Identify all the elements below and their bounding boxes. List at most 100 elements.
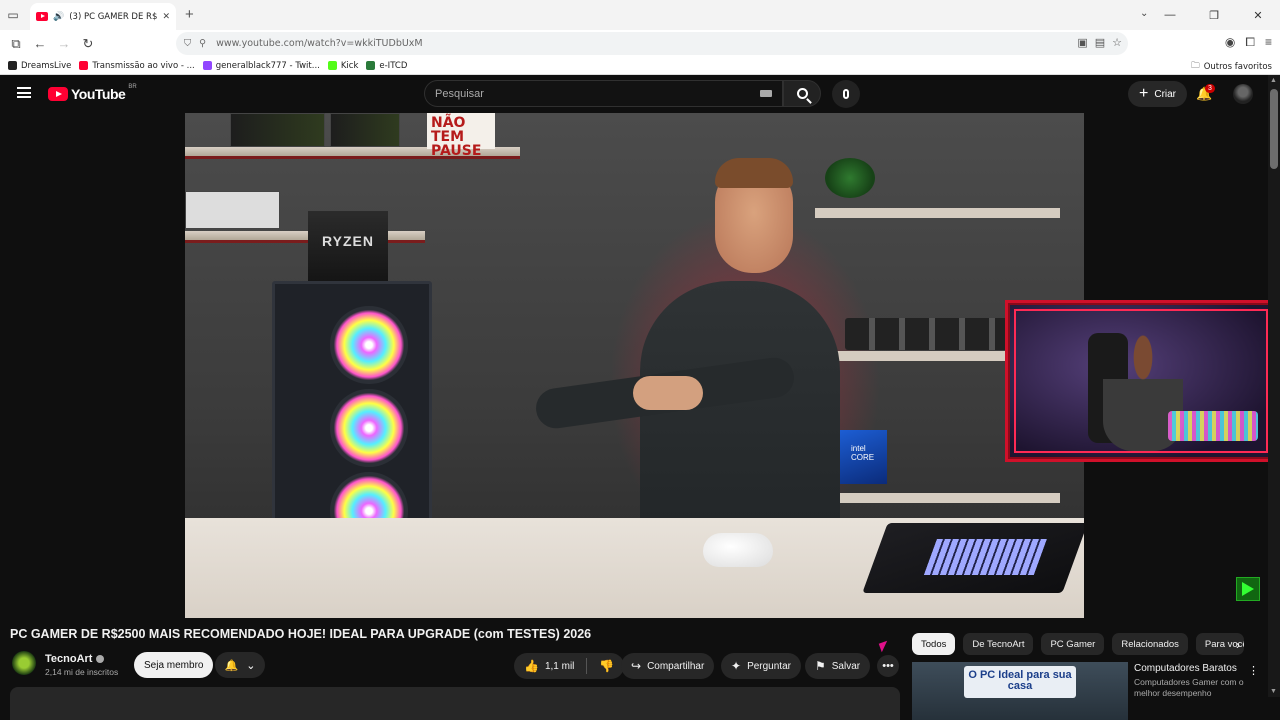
create-button[interactable]: + Criar [1128, 81, 1188, 107]
scroll-down-icon[interactable]: ▼ [1270, 688, 1277, 695]
channel-name-row[interactable]: TecnoArt [45, 653, 105, 665]
plus-icon: + [1139, 85, 1149, 102]
scroll-up-icon[interactable]: ▲ [1270, 77, 1277, 84]
wall-shelf [815, 493, 1060, 503]
bookmark-label: generalblack777 - Twit... [215, 60, 320, 71]
notification-count-badge: 3 [1205, 84, 1215, 93]
bookmark-label: Kick [340, 60, 359, 71]
address-bar-row: ⧉ ← → ↻ ⛉ ⚲ www.youtube.com/watch?v=wkki… [0, 30, 1280, 57]
search-placeholder: Pesquisar [435, 87, 484, 100]
bookmark-transmissao[interactable]: Transmissão ao vivo - ... [79, 60, 195, 71]
chip-from-channel[interactable]: De TecnoArt [963, 633, 1034, 655]
plant [825, 158, 875, 198]
chevron-right-icon[interactable]: › [1236, 638, 1240, 652]
subscription-bell-button[interactable]: 🔔 ⌄ [215, 652, 265, 678]
reload-icon[interactable]: ↻ [76, 32, 100, 56]
extensions-icon[interactable]: ⧠ [1245, 35, 1255, 50]
browser-tab-youtube[interactable]: 🔊 (3) PC GAMER DE R$2500 M ✕ [30, 3, 176, 30]
other-bookmarks[interactable]: 🗀 Outros favoritos [1191, 60, 1272, 74]
microphone-icon [843, 89, 849, 99]
filter-chips: Todos De TecnoArt PC Gamer Relacionados … [912, 633, 1244, 655]
kick-favicon-icon [327, 61, 337, 70]
account-avatar[interactable] [1233, 84, 1253, 104]
bookmark-kick[interactable]: Kick [327, 60, 359, 71]
chip-related[interactable]: Relacionados [1112, 633, 1188, 655]
youtube-header: YouTube BR Pesquisar + Criar 🔔 3 [0, 75, 1280, 113]
search-input[interactable]: Pesquisar [424, 80, 783, 107]
presenter-hand [633, 376, 703, 410]
bookmark-favicon-icon [366, 61, 376, 70]
save-button[interactable]: ⚑ Salvar [805, 653, 871, 679]
video-title: PC GAMER DE R$2500 MAIS RECOMENDADO HOJE… [10, 627, 592, 641]
share-button[interactable]: ↪ Compartilhar [621, 653, 715, 679]
collections-icon[interactable]: ⧉ [4, 32, 28, 56]
site-info-icon[interactable]: ⚲ [199, 38, 206, 49]
laptop [862, 523, 1084, 593]
url-text: www.youtube.com/watch?v=wkkiTUDbUxM [216, 38, 423, 49]
keyboard-icon[interactable] [760, 90, 772, 97]
channel-avatar[interactable] [12, 651, 36, 675]
url-field[interactable]: ⛉ ⚲ www.youtube.com/watch?v=wkkiTUDbUxM … [176, 32, 1128, 55]
other-bookmarks-label: Outros favoritos [1203, 62, 1272, 72]
chip-all[interactable]: Todos [912, 633, 956, 655]
close-window-icon[interactable]: ✕ [1236, 0, 1280, 30]
wall-shelf [815, 208, 1060, 218]
recommended-video-title[interactable]: Computadores Baratos [1134, 663, 1237, 674]
ryzen-box: RYZEN [308, 211, 388, 281]
hamburger-menu-icon[interactable] [17, 87, 31, 98]
dislike-icon[interactable]: 👎 [599, 659, 614, 673]
join-member-button[interactable]: Seja membro [134, 652, 214, 678]
subscriber-count: 2,14 mi de inscritos [45, 667, 119, 677]
region-code: BR [128, 84, 137, 90]
like-count[interactable]: 1,1 mil [545, 661, 574, 672]
speaker-icon[interactable]: 🔊 [53, 12, 64, 22]
close-tab-icon[interactable]: ✕ [162, 12, 170, 22]
sparkle-icon: ✦ [731, 659, 742, 673]
reader-icon[interactable]: ▤ [1095, 36, 1105, 49]
ask-button[interactable]: ✦ Perguntar [721, 653, 801, 679]
youtube-favicon-icon [79, 61, 89, 70]
bookmark-dreamslive[interactable]: DreamsLive [8, 61, 71, 71]
favorite-star-icon[interactable]: ☆ [1112, 36, 1122, 49]
description-box[interactable] [10, 687, 900, 720]
ask-label: Perguntar [747, 660, 791, 672]
channel-name: TecnoArt [45, 653, 93, 665]
more-actions-icon[interactable]: ••• [877, 655, 899, 677]
tab-actions-icon[interactable]: ▭ [0, 0, 26, 30]
bell-icon: 🔔 [224, 659, 239, 672]
search-icon [796, 88, 808, 99]
rgb-keyboard [1168, 411, 1258, 441]
tab-title: (3) PC GAMER DE R$2500 M [69, 11, 158, 22]
thumbnail-text: O PC Ideal para sua casa [964, 666, 1076, 698]
like-icon[interactable]: 👍 [524, 659, 539, 673]
voice-search-button[interactable] [832, 80, 860, 108]
recommended-video-thumbnail[interactable]: O PC Ideal para sua casa [912, 662, 1128, 720]
bookmark-twitch[interactable]: generalblack777 - Twit... [202, 60, 320, 71]
intel-box: intel CORE [835, 430, 887, 484]
back-icon[interactable]: ← [28, 32, 52, 56]
gpu-box [330, 113, 400, 147]
video-sign-text: NÃO TEM PAUSE [427, 113, 495, 158]
chip-pc-gamer[interactable]: PC Gamer [1041, 633, 1105, 655]
folder-icon: 🗀 [1191, 61, 1200, 71]
more-vert-icon[interactable]: ⋮ [1248, 664, 1259, 677]
screenshot-icon[interactable]: ▣ [1077, 36, 1087, 49]
restore-icon[interactable]: ❐ [1192, 0, 1236, 30]
menu-icon[interactable]: ≡ [1265, 35, 1272, 50]
bookmark-eitcd[interactable]: e-ITCD [366, 61, 407, 71]
video-player[interactable]: NÃO TEM PAUSE RYZEN intel CORE [185, 113, 1084, 618]
scrollbar-thumb[interactable] [1270, 89, 1278, 169]
gpu-row [845, 318, 1015, 350]
minimize-icon[interactable]: — [1148, 0, 1192, 30]
divider [586, 658, 588, 674]
profile-icon[interactable]: ◉ [1225, 35, 1235, 50]
search-button[interactable] [783, 80, 821, 107]
shield-icon[interactable]: ⛉ [184, 38, 191, 49]
youtube-logo[interactable]: YouTube BR [48, 84, 137, 102]
bookmark-label: Transmissão ao vivo - ... [92, 60, 195, 71]
new-tab-button[interactable]: + [185, 7, 194, 22]
forward-icon[interactable]: → [52, 32, 76, 56]
page-scrollbar[interactable]: ▲ ▼ [1268, 75, 1280, 697]
next-video-arrow-icon[interactable] [1236, 577, 1260, 601]
recommended-video-subtitle: Computadores Gamer com o melhor desempen… [1134, 677, 1244, 698]
